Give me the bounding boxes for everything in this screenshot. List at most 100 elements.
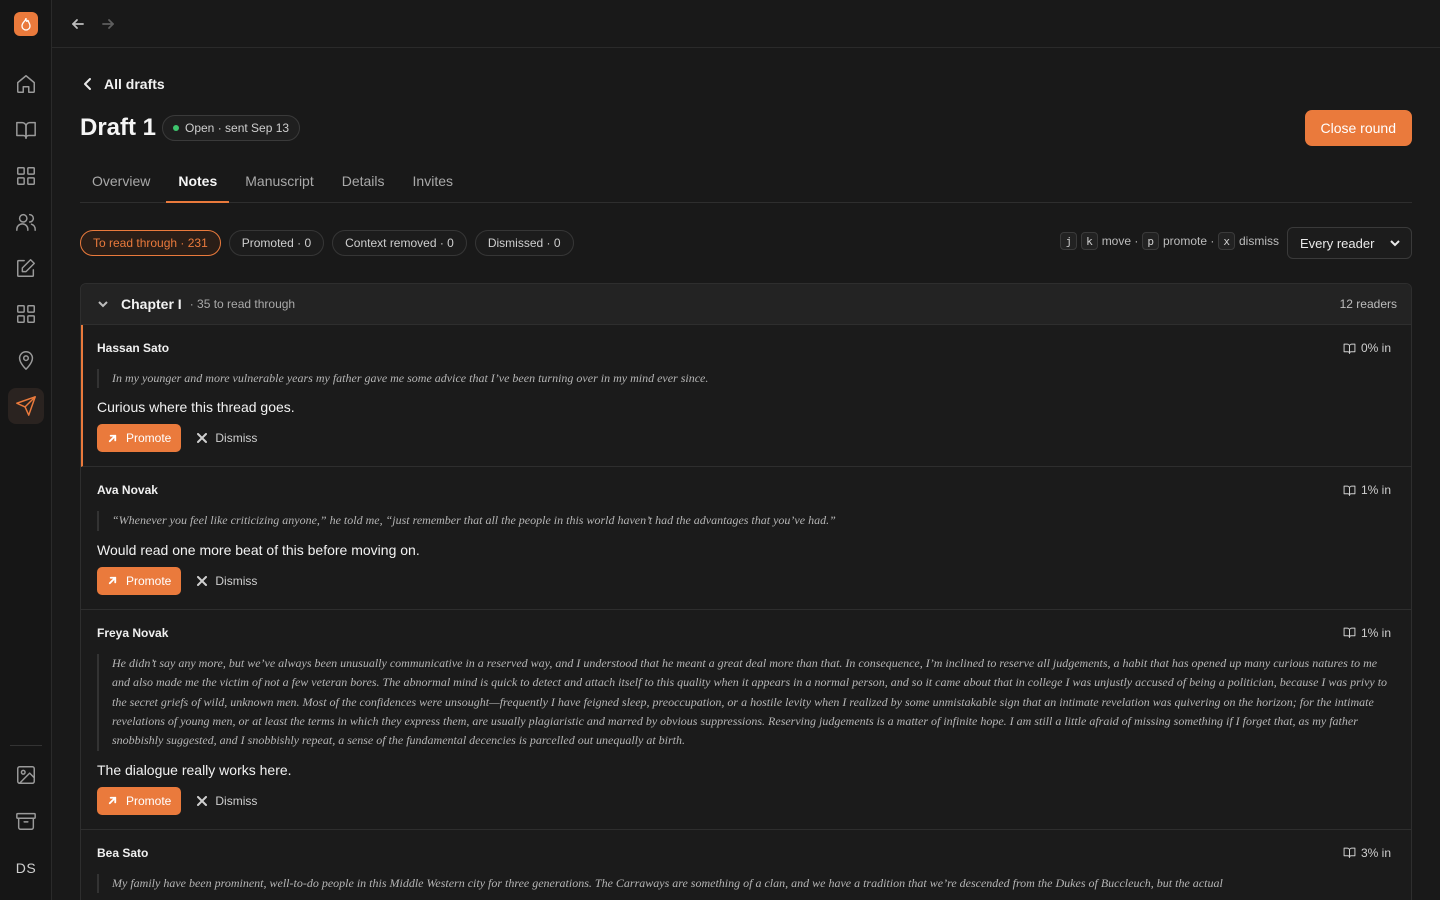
promote-label: Promote xyxy=(126,573,172,588)
kbd-x: x xyxy=(1218,232,1235,250)
send-icon[interactable] xyxy=(8,388,44,424)
home-icon[interactable] xyxy=(8,66,44,102)
close-round-button[interactable]: Close round xyxy=(1304,110,1412,146)
dismiss-label: Dismiss xyxy=(215,793,258,808)
kbd-p: p xyxy=(1142,232,1159,250)
top-bar xyxy=(52,0,1440,48)
note-quote: My family have been prominent, well-to-d… xyxy=(97,873,1395,894)
note-comment: Curious where this thread goes. xyxy=(97,399,295,416)
location-icon[interactable] xyxy=(8,342,44,378)
book-icon xyxy=(1343,627,1356,639)
dismiss-button[interactable]: Dismiss xyxy=(197,794,257,808)
edit-icon[interactable] xyxy=(8,250,44,286)
chapter-count: · 35 to read through xyxy=(189,297,296,311)
note-author: Freya Novak xyxy=(97,625,169,640)
note-card[interactable]: Freya Novak 1% in He didn’t say any more… xyxy=(81,610,1411,830)
promote-label: Promote xyxy=(126,793,172,808)
progress-label: 3% in xyxy=(1360,845,1391,860)
status-badge: Open · sent Sep 13 xyxy=(162,115,301,141)
reading-progress: 0% in xyxy=(1343,341,1391,355)
note-author: Bea Sato xyxy=(97,845,149,860)
close-icon xyxy=(197,795,208,806)
dismiss-button[interactable]: Dismiss xyxy=(197,574,257,588)
note-actions: Promote Dismiss xyxy=(97,566,1395,595)
book-icon xyxy=(1343,485,1356,496)
people-icon[interactable] xyxy=(8,204,44,240)
page-title: Draft 1 xyxy=(80,114,157,141)
filter-context-removed[interactable]: Context removed · 0 xyxy=(332,230,467,256)
all-drafts-label: All drafts xyxy=(104,76,165,92)
tab-bar: Overview Notes Manuscript Details Invite… xyxy=(80,160,1412,203)
reading-progress: 1% in xyxy=(1343,483,1391,497)
reader-select[interactable]: Every reader xyxy=(1287,227,1412,259)
chevron-down-icon[interactable] xyxy=(97,298,109,310)
shortcut-dismiss-label: dismiss xyxy=(1238,234,1279,248)
status-dot-icon xyxy=(173,125,179,131)
book-icon xyxy=(1343,343,1356,354)
note-card[interactable]: Bea Sato 3% in My family have been promi… xyxy=(81,830,1411,900)
progress-label: 1% in xyxy=(1360,483,1391,498)
sidebar-divider xyxy=(10,745,42,746)
tab-notes[interactable]: Notes xyxy=(166,160,230,203)
note-actions: Promote Dismiss xyxy=(97,424,1395,453)
progress-label: 1% in xyxy=(1360,625,1391,640)
app-logo-icon[interactable] xyxy=(14,12,38,36)
note-quote: In my younger and more vulnerable years … xyxy=(97,369,1395,389)
book-icon[interactable] xyxy=(8,112,44,148)
note-author: Hassan Sato xyxy=(97,341,170,355)
progress-label: 0% in xyxy=(1360,341,1391,355)
chevron-down-icon xyxy=(1390,240,1400,247)
reading-progress: 3% in xyxy=(1343,846,1391,860)
chapter-name: Chapter I xyxy=(121,296,182,312)
chevron-left-icon xyxy=(84,78,91,90)
status-text: Open · sent Sep 13 xyxy=(185,121,290,135)
dismiss-button[interactable]: Dismiss xyxy=(197,431,257,445)
dismiss-label: Dismiss xyxy=(215,573,258,588)
promote-button[interactable]: Promote xyxy=(97,786,182,815)
chapter-panel: Chapter I · 35 to read through 12 reader… xyxy=(80,283,1412,900)
back-arrow-icon[interactable] xyxy=(68,14,88,34)
note-card[interactable]: Ava Novak 1% in “Whenever you feel like … xyxy=(81,467,1411,610)
dashboard-icon[interactable] xyxy=(8,158,44,194)
forward-arrow-icon[interactable] xyxy=(98,14,118,34)
filter-dismissed[interactable]: Dismissed · 0 xyxy=(474,230,574,256)
close-icon xyxy=(197,433,208,444)
shortcut-promote-label: promote · xyxy=(1163,234,1215,248)
note-quote: He didn’t say any more, but we’ve always… xyxy=(97,653,1395,751)
chapter-header[interactable]: Chapter I · 35 to read through 12 reader… xyxy=(81,284,1411,325)
promote-button[interactable]: Promote xyxy=(97,566,182,595)
note-author: Ava Novak xyxy=(97,483,158,498)
chapter-readers: 12 readers xyxy=(1339,297,1397,311)
reader-select-value: Every reader xyxy=(1300,235,1375,251)
tab-invites[interactable]: Invites xyxy=(401,160,465,202)
promote-label: Promote xyxy=(126,431,172,446)
keyboard-shortcuts-hint: j k move · p promote · x dismiss xyxy=(1060,232,1279,250)
note-quote: “Whenever you feel like criticizing anyo… xyxy=(97,511,1395,531)
kbd-j: j xyxy=(1060,232,1078,250)
image-icon[interactable] xyxy=(8,757,44,793)
sidebar: DS xyxy=(0,0,52,900)
note-comment: The dialogue really works here. xyxy=(97,761,292,778)
close-icon xyxy=(197,575,208,586)
promote-button[interactable]: Promote xyxy=(97,424,182,453)
filter-to-read-through[interactable]: To read through · 231 xyxy=(80,230,221,256)
tab-details[interactable]: Details xyxy=(330,160,397,202)
note-card[interactable]: Hassan Sato 0% in In my younger and more… xyxy=(81,325,1411,468)
dismiss-label: Dismiss xyxy=(215,431,258,446)
book-icon xyxy=(1343,848,1356,859)
apps-icon[interactable] xyxy=(8,296,44,332)
kbd-k: k xyxy=(1081,232,1098,250)
tab-overview[interactable]: Overview xyxy=(80,160,162,202)
shortcut-move-label: move · xyxy=(1101,234,1139,248)
arrow-up-right-icon xyxy=(108,434,117,443)
all-drafts-link[interactable]: All drafts xyxy=(80,76,165,92)
reading-progress: 1% in xyxy=(1343,626,1391,640)
archive-icon[interactable] xyxy=(8,803,44,839)
filter-promoted[interactable]: Promoted · 0 xyxy=(228,230,325,256)
note-actions: Promote Dismiss xyxy=(97,786,1395,815)
arrow-up-right-icon xyxy=(108,797,117,805)
note-comment: Would read one more beat of this before … xyxy=(97,541,420,558)
tab-manuscript[interactable]: Manuscript xyxy=(233,160,325,202)
avatar[interactable]: DS xyxy=(8,852,44,884)
filter-chips: To read through · 231 Promoted · 0 Conte… xyxy=(80,230,574,256)
